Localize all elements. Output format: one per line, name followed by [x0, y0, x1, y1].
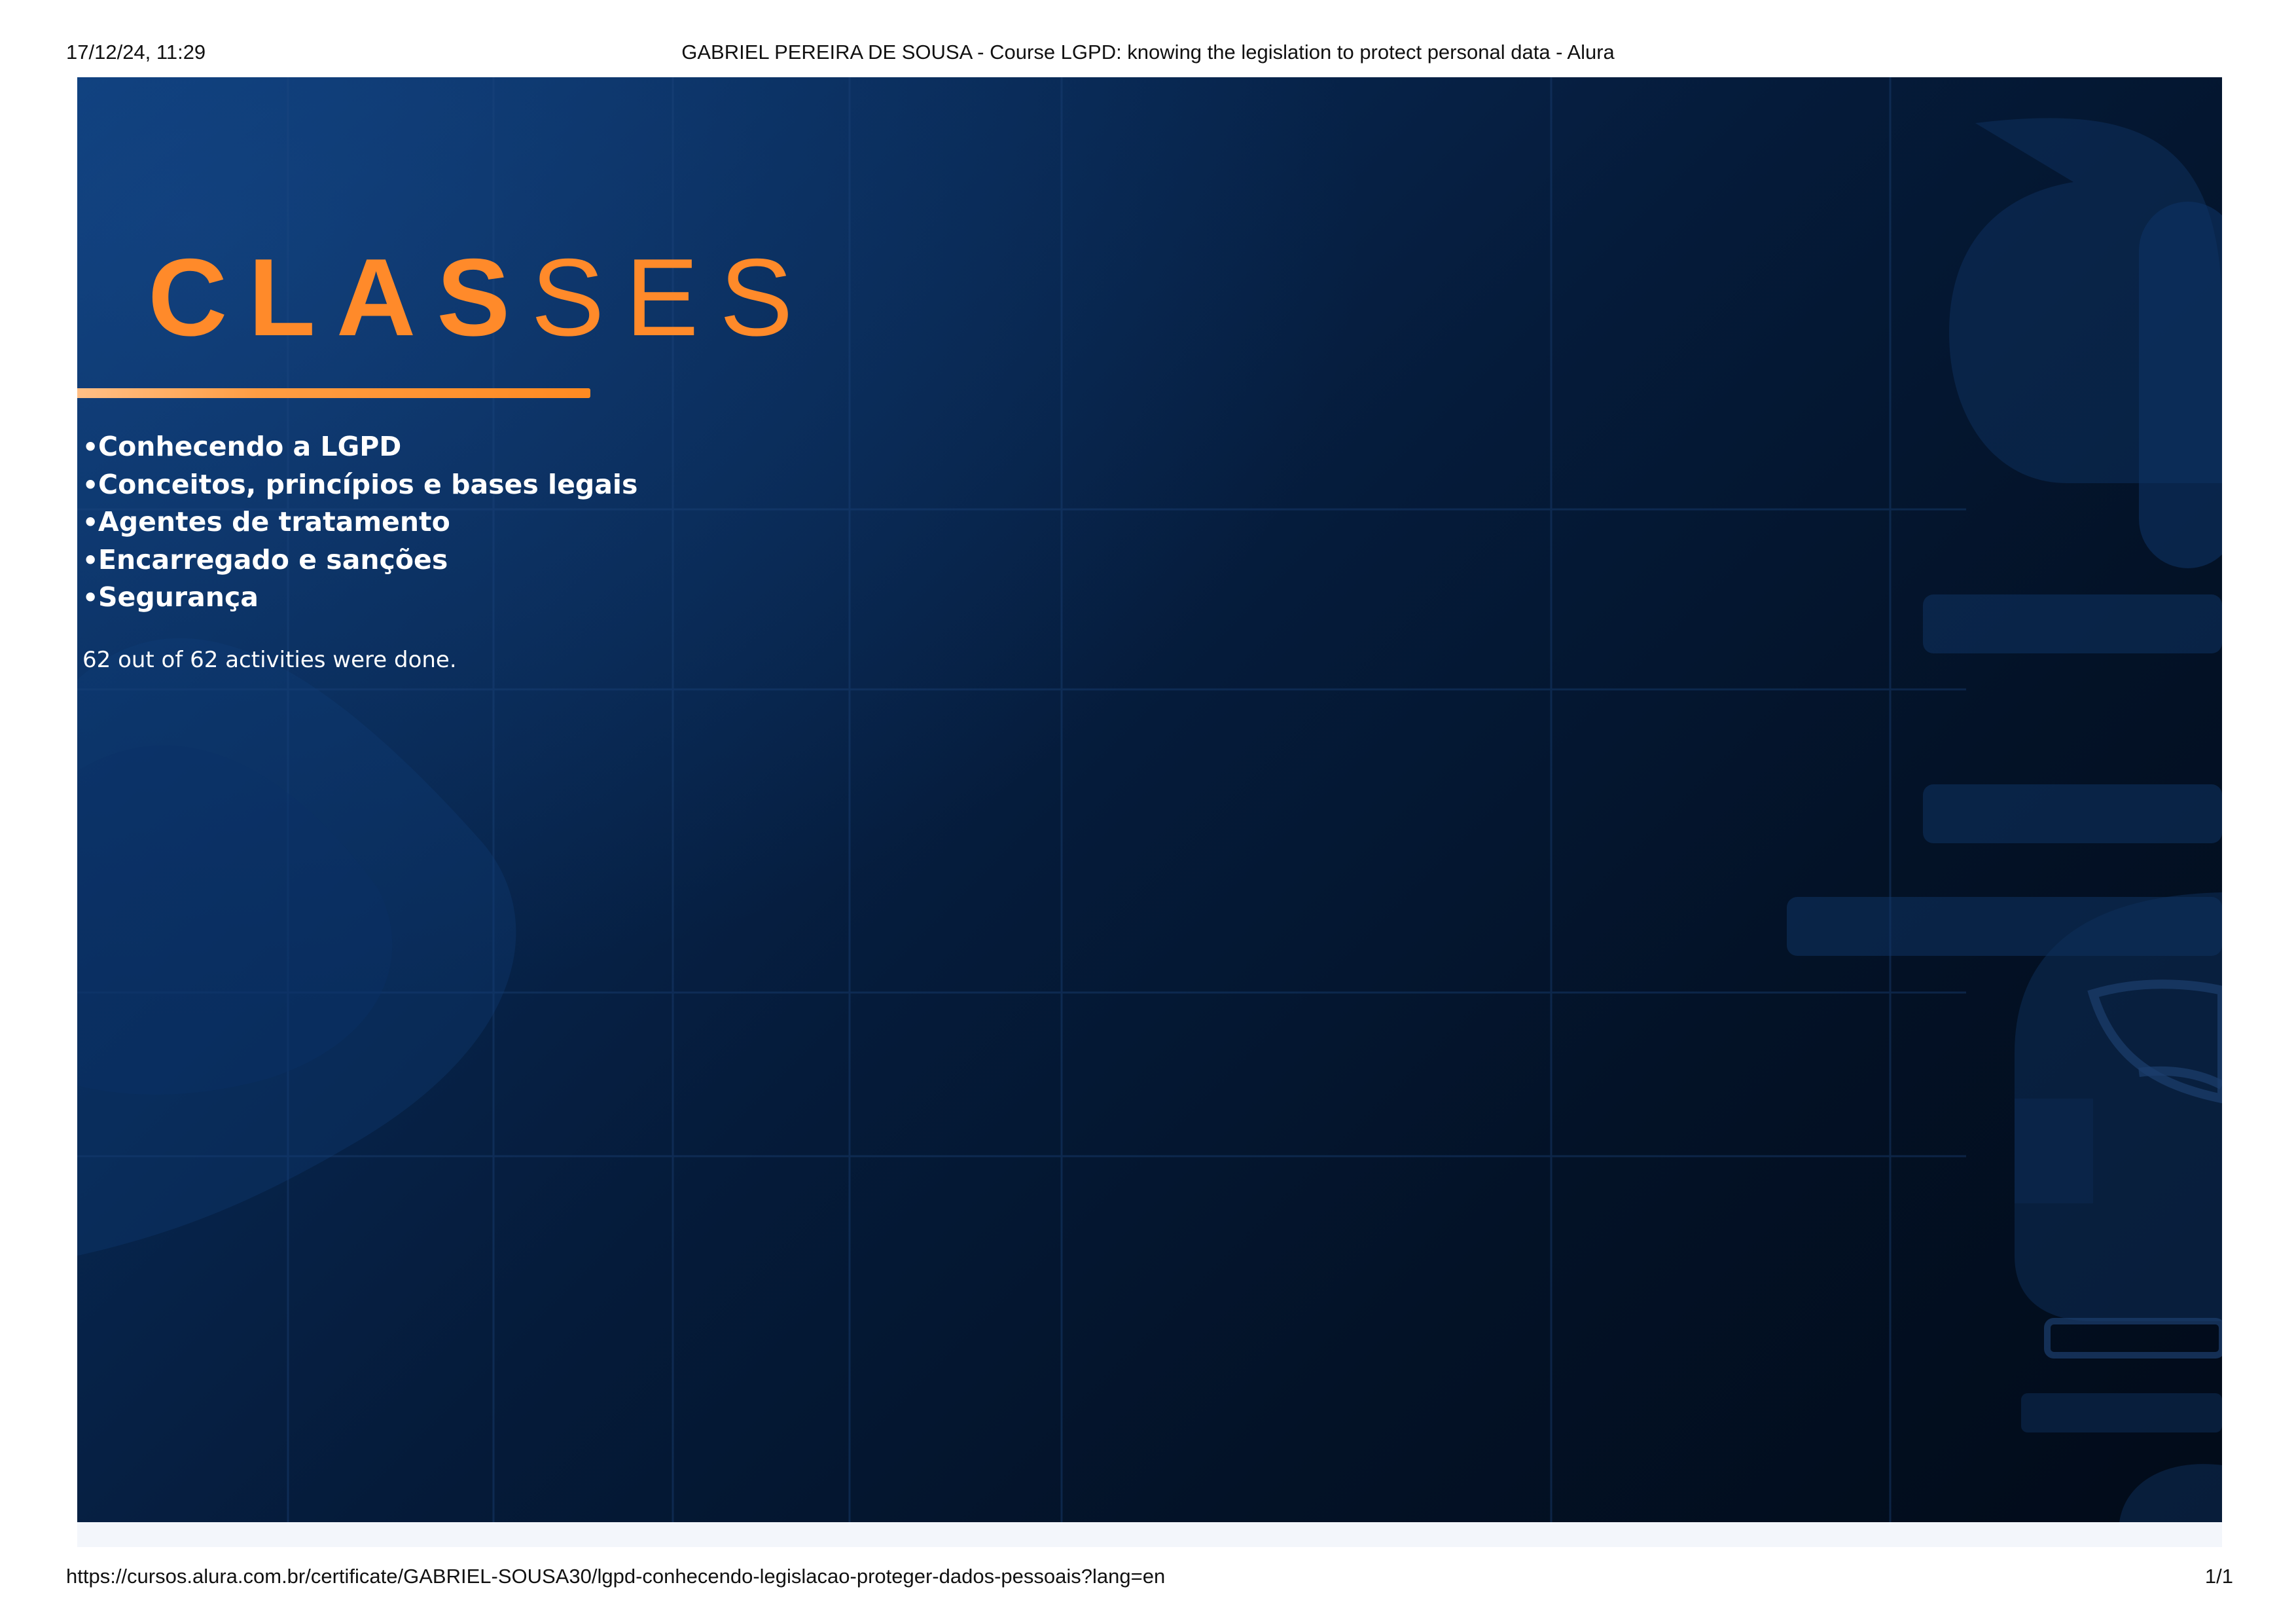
- lesson-title: Encarregado e sanções: [98, 543, 448, 575]
- orange-accent-line: [77, 388, 590, 398]
- list-item: •Agentes de tratamento: [82, 503, 637, 541]
- lesson-title: Conhecendo a LGPD: [98, 431, 402, 462]
- bullet-icon: •: [82, 583, 99, 612]
- bullet-icon: •: [82, 433, 99, 462]
- bullet-icon: •: [82, 470, 99, 500]
- list-item: •Segurança: [82, 579, 637, 617]
- list-item: •Encarregado e sanções: [82, 541, 637, 579]
- lesson-title: Agentes de tratamento: [98, 506, 450, 538]
- certificate-page: CLASSES •Conhecendo a LGPD •Conceitos, p…: [77, 77, 2222, 1522]
- classes-heading-light: SES: [531, 236, 814, 359]
- list-item: •Conhecendo a LGPD: [82, 428, 637, 466]
- certificate-url: https://cursos.alura.com.br/certificate/…: [66, 1565, 1166, 1588]
- bullet-icon: •: [82, 508, 99, 537]
- page-number: 1/1: [2204, 1565, 2233, 1588]
- classes-heading: CLASSES: [148, 242, 814, 352]
- print-header: 17/12/24, 11:29 GABRIEL PEREIRA DE SOUSA…: [0, 41, 2296, 69]
- lesson-list: •Conhecendo a LGPD •Conceitos, princípio…: [82, 428, 637, 617]
- completion-status: 62 out of 62 activities were done.: [82, 647, 457, 673]
- print-page-title: GABRIEL PEREIRA DE SOUSA - Course LGPD: …: [681, 41, 1615, 64]
- lesson-title: Segurança: [98, 581, 259, 613]
- classes-heading-strong: CLAS: [148, 236, 531, 359]
- page-bottom-strip: [77, 1522, 2222, 1547]
- print-footer: https://cursos.alura.com.br/certificate/…: [0, 1565, 2296, 1594]
- list-item: •Conceitos, princípios e bases legais: [82, 466, 637, 504]
- lesson-title: Conceitos, princípios e bases legais: [98, 468, 638, 500]
- bullet-icon: •: [82, 545, 99, 575]
